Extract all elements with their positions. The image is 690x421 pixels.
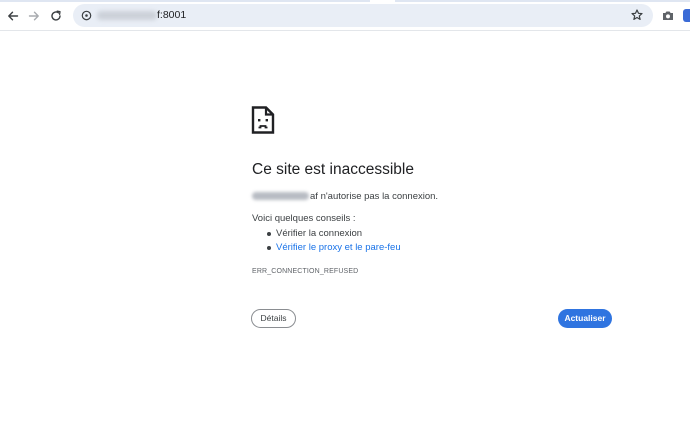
error-title: Ce site est inaccessible — [252, 161, 414, 178]
details-button[interactable]: Détails — [251, 309, 296, 328]
host-redacted — [252, 192, 309, 200]
arrow-left-icon — [8, 11, 19, 21]
browser-toolbar: f:8001 — [0, 0, 690, 31]
site-info-button[interactable] — [77, 6, 95, 24]
tip-check-connection: Vérifier la connexion — [276, 228, 363, 239]
back-button[interactable] — [3, 6, 23, 26]
tab-strip-edge — [0, 0, 370, 2]
list-item: Vérifier le proxy et le pare-feu — [262, 241, 401, 255]
extension-icon[interactable] — [683, 9, 690, 22]
sad-document-icon — [251, 106, 275, 134]
tips-heading: Voici quelques conseils : — [252, 213, 356, 224]
host-suffix: af — [310, 191, 318, 202]
tab-strip-edge-right — [395, 0, 690, 2]
tip-check-proxy-link[interactable]: Vérifier le proxy et le pare-feu — [276, 242, 401, 253]
error-code: ERR_CONNECTION_REFUSED — [252, 268, 359, 275]
list-item: Vérifier la connexion — [262, 227, 401, 241]
reload-icon — [51, 10, 61, 21]
url-redacted — [97, 11, 157, 20]
address-bar[interactable]: f:8001 — [73, 4, 653, 27]
forward-button[interactable] — [24, 6, 44, 26]
reload-page-button[interactable]: Actualiser — [558, 309, 612, 328]
host-message: af n'autorise pas la connexion. — [252, 190, 438, 203]
screenshot-button[interactable] — [659, 6, 677, 24]
site-info-icon — [81, 10, 91, 20]
arrow-right-icon — [28, 11, 39, 21]
reload-button[interactable] — [46, 6, 66, 26]
star-icon — [631, 9, 643, 20]
url-text[interactable]: f:8001 — [157, 8, 186, 23]
camera-icon — [663, 11, 673, 20]
tips-list: Vérifier la connexion Vérifier le proxy … — [262, 227, 401, 255]
host-message-text: n'autorise pas la connexion. — [317, 191, 439, 202]
bookmark-button[interactable] — [628, 6, 646, 24]
